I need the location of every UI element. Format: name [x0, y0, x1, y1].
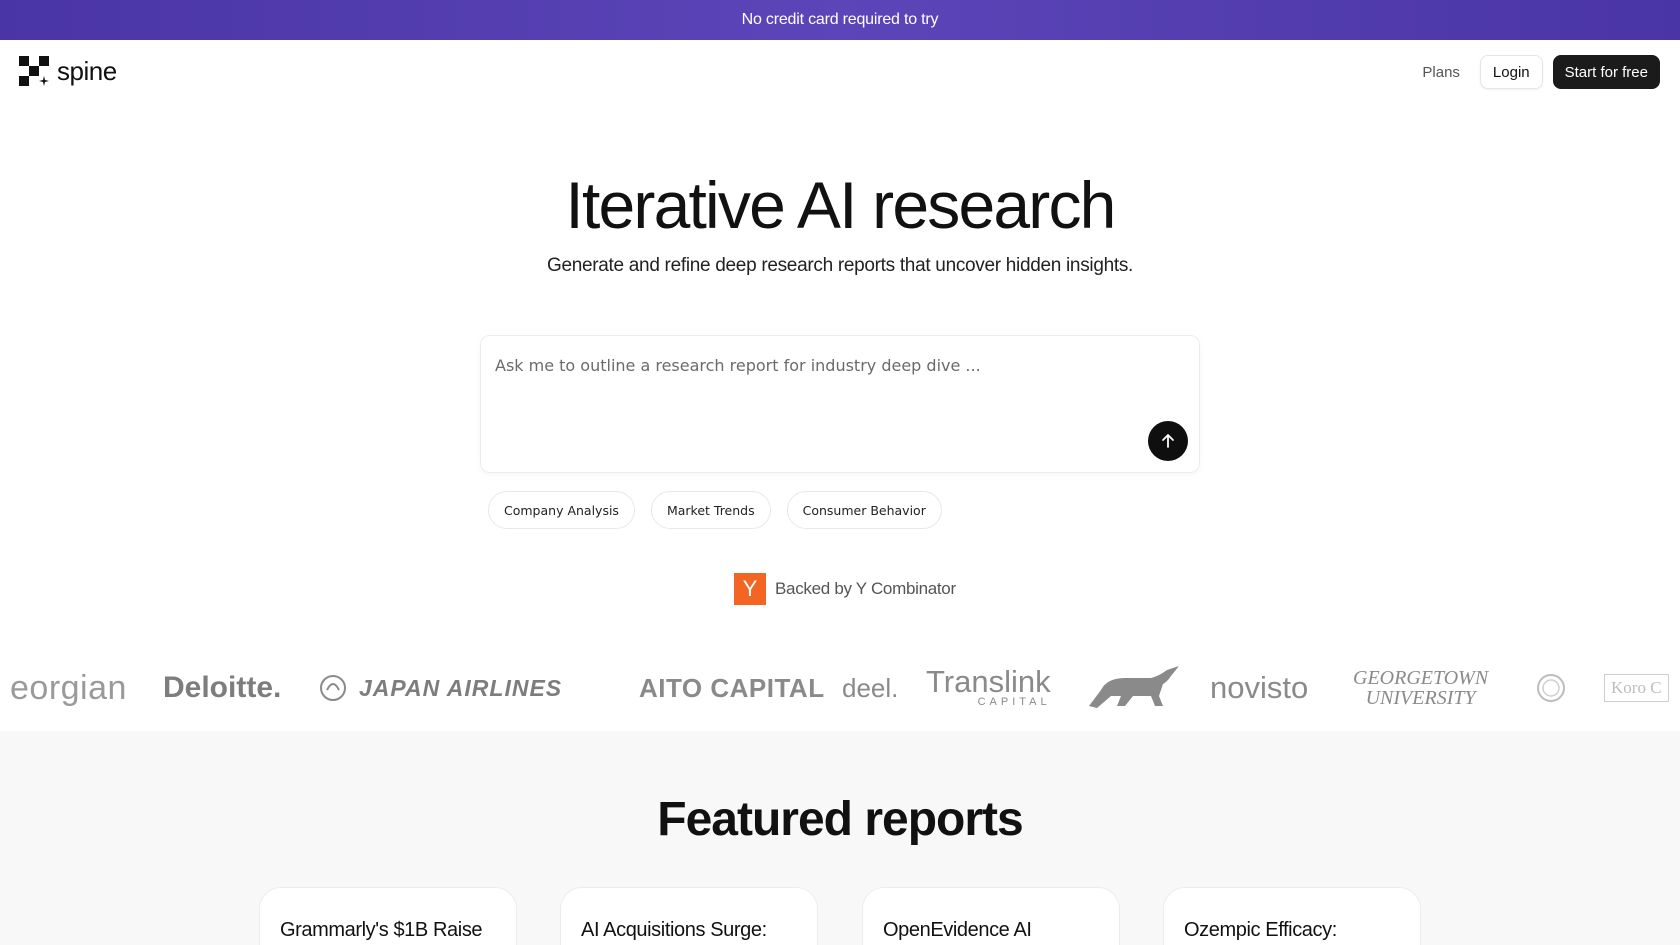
backed-by-text: Backed by Y Combinator	[775, 579, 956, 598]
report-card-title: Ozempic Efficacy:	[1184, 919, 1337, 941]
start-for-free-button[interactable]: Start for free	[1552, 55, 1660, 89]
koro-wordmark: Koro C	[1604, 674, 1669, 702]
top-nav: spine Plans Login Start for free	[0, 40, 1680, 104]
georgetown-subtitle: UNIVERSITY	[1365, 687, 1476, 709]
suggestion-chips: Company Analysis Market Trends Consumer …	[488, 491, 942, 529]
translink-wordmark: Translink	[926, 664, 1051, 699]
aito-capital-logo: AITO CAPITAL	[639, 672, 825, 703]
report-card[interactable]: Grammarly's $1B Raise	[259, 887, 517, 945]
arrow-up-icon	[1162, 434, 1174, 448]
chip-company-analysis[interactable]: Company Analysis	[488, 491, 635, 529]
report-card-title: OpenEvidence AI	[883, 919, 1032, 941]
report-card[interactable]: AI Acquisitions Surge:	[560, 887, 818, 945]
translink-capital-logo: Translink CAPITAL	[926, 655, 1051, 721]
university-seal-logo	[1536, 655, 1566, 721]
crane-emblem-icon	[320, 675, 346, 701]
research-prompt-input[interactable]	[495, 350, 1175, 380]
chip-market-trends[interactable]: Market Trends	[650, 491, 771, 529]
backed-by-yc: Y Backed by Y Combinator	[734, 573, 956, 605]
koro-logo: Koro C	[1604, 655, 1669, 721]
georgetown-logo: GEORGETOWN UNIVERSITY	[1353, 655, 1488, 721]
send-button[interactable]	[1148, 421, 1188, 461]
spine-logo-icon	[19, 56, 49, 86]
bull-logo	[1087, 655, 1181, 721]
promo-banner: No credit card required to try	[0, 0, 1680, 40]
novisto-logo: novisto	[1210, 670, 1309, 705]
hero-subtitle: Generate and refine deep research report…	[546, 255, 1134, 276]
nav-actions: Plans Login Start for free	[1412, 55, 1660, 89]
featured-reports-title: Featured reports	[657, 793, 1023, 846]
hero-title: Iterative AI research	[565, 168, 1116, 242]
brand-logo[interactable]: spine	[19, 56, 117, 86]
report-card-title: AI Acquisitions Surge:	[581, 919, 767, 941]
bull-icon	[1089, 666, 1179, 708]
seal-icon	[1537, 674, 1565, 702]
jal-wordmark: JAPAN AIRLINES	[359, 674, 563, 701]
deloitte-logo: Deloitte.	[163, 671, 282, 704]
promo-banner-text: No credit card required to try	[741, 11, 939, 28]
report-card[interactable]: Ozempic Efficacy:	[1163, 887, 1421, 945]
y-combinator-logo: Y	[734, 573, 766, 605]
translink-subtitle: CAPITAL	[977, 696, 1051, 708]
customer-logos: eorgian Deloitte. JAPAN AIRLINES AITO CA…	[0, 655, 1680, 721]
brand-name: spine	[57, 56, 117, 86]
report-card[interactable]: OpenEvidence AI	[862, 887, 1120, 945]
login-button[interactable]: Login	[1479, 55, 1543, 89]
georgian-logo: eorgian	[10, 668, 127, 707]
georgetown-wordmark: GEORGETOWN	[1353, 667, 1489, 689]
jal-logo-group: JAPAN AIRLINES	[319, 655, 562, 721]
prompt-box	[480, 335, 1200, 473]
deel-logo: deel.	[842, 672, 899, 703]
chip-consumer-behavior[interactable]: Consumer Behavior	[786, 491, 942, 529]
report-card-title: Grammarly's $1B Raise	[280, 919, 483, 941]
plans-link[interactable]: Plans	[1412, 64, 1470, 81]
